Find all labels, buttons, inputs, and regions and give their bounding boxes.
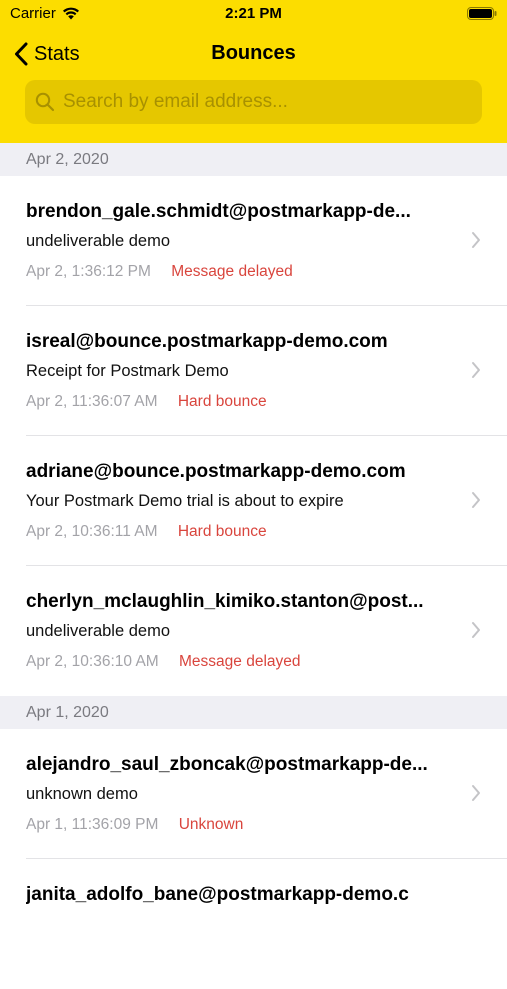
bounce-subject: undeliverable demo: [26, 232, 171, 250]
search-icon: [35, 92, 55, 112]
bounce-meta: Apr 2, 10:36:10 AM Message delayed: [26, 653, 301, 671]
bounce-time: Apr 2, 11:36:07 AM: [26, 393, 158, 410]
clock: 2:21 PM: [225, 5, 282, 22]
bounce-status: Unknown: [178, 816, 244, 833]
bounce-list: Apr 2, 2020 brendon_gale.schmidt@postmar…: [0, 143, 507, 989]
bounce-email: adriane@bounce.postmarkapp-demo.com: [26, 461, 406, 482]
search-bar[interactable]: [25, 80, 482, 124]
bounce-status: Hard bounce: [177, 523, 267, 540]
battery-icon: [467, 7, 497, 20]
list-item[interactable]: alejandro_saul_zboncak@postmarkapp-de...…: [0, 729, 507, 859]
bounce-email: alejandro_saul_zboncak@postmarkapp-de...: [26, 754, 428, 775]
chevron-right-icon: [472, 785, 480, 801]
bounce-meta: Apr 1, 11:36:09 PM Unknown: [26, 816, 243, 834]
navigation-bar: Stats Bounces: [0, 32, 507, 74]
chevron-right-icon: [472, 492, 480, 508]
bounce-time: Apr 2, 10:36:11 AM: [26, 523, 158, 540]
list-item[interactable]: brendon_gale.schmidt@postmarkapp-de... u…: [0, 176, 507, 306]
bounce-subject: Your Postmark Demo trial is about to exp…: [26, 492, 344, 510]
status-bar: Carrier 2:21 PM: [0, 0, 507, 30]
bounce-email: cherlyn_mclaughlin_kimiko.stanton@post..…: [26, 591, 424, 612]
list-item[interactable]: isreal@bounce.postmarkapp-demo.com Recei…: [0, 306, 507, 436]
chevron-right-icon: [472, 232, 480, 248]
chevron-right-icon: [472, 622, 480, 638]
bounce-time: Apr 1, 11:36:09 PM: [26, 816, 159, 833]
bounce-status: Hard bounce: [177, 393, 267, 410]
header-bar: Carrier 2:21 PM Stats Bounces: [0, 0, 507, 143]
list-item[interactable]: janita_adolfo_bane@postmarkapp-demo.c: [0, 859, 507, 989]
bounce-meta: Apr 2, 11:36:07 AM Hard bounce: [26, 393, 267, 411]
search-input[interactable]: [63, 91, 463, 113]
section-header: Apr 1, 2020: [0, 696, 507, 729]
bounce-email: brendon_gale.schmidt@postmarkapp-de...: [26, 201, 411, 222]
bounce-time: Apr 2, 10:36:10 AM: [26, 653, 159, 670]
bounce-email: janita_adolfo_bane@postmarkapp-demo.c: [26, 884, 409, 905]
bounce-status: Message delayed: [179, 653, 301, 670]
bounce-meta: Apr 2, 1:36:12 PM Message delayed: [26, 263, 293, 281]
page-title: Bounces: [211, 42, 296, 64]
bounce-subject: unknown demo: [26, 785, 138, 803]
bounce-subject: Receipt for Postmark Demo: [26, 362, 229, 380]
bounce-subject: undeliverable demo: [26, 622, 171, 640]
bounce-meta: Apr 2, 10:36:11 AM Hard bounce: [26, 523, 267, 541]
bounce-email: isreal@bounce.postmarkapp-demo.com: [26, 331, 388, 352]
bounce-time: Apr 2, 1:36:12 PM: [26, 263, 151, 280]
chevron-right-icon: [472, 362, 480, 378]
list-item[interactable]: cherlyn_mclaughlin_kimiko.stanton@post..…: [0, 566, 507, 696]
section-header: Apr 2, 2020: [0, 143, 507, 176]
bounce-status: Message delayed: [171, 263, 293, 280]
list-item[interactable]: adriane@bounce.postmarkapp-demo.com Your…: [0, 436, 507, 566]
